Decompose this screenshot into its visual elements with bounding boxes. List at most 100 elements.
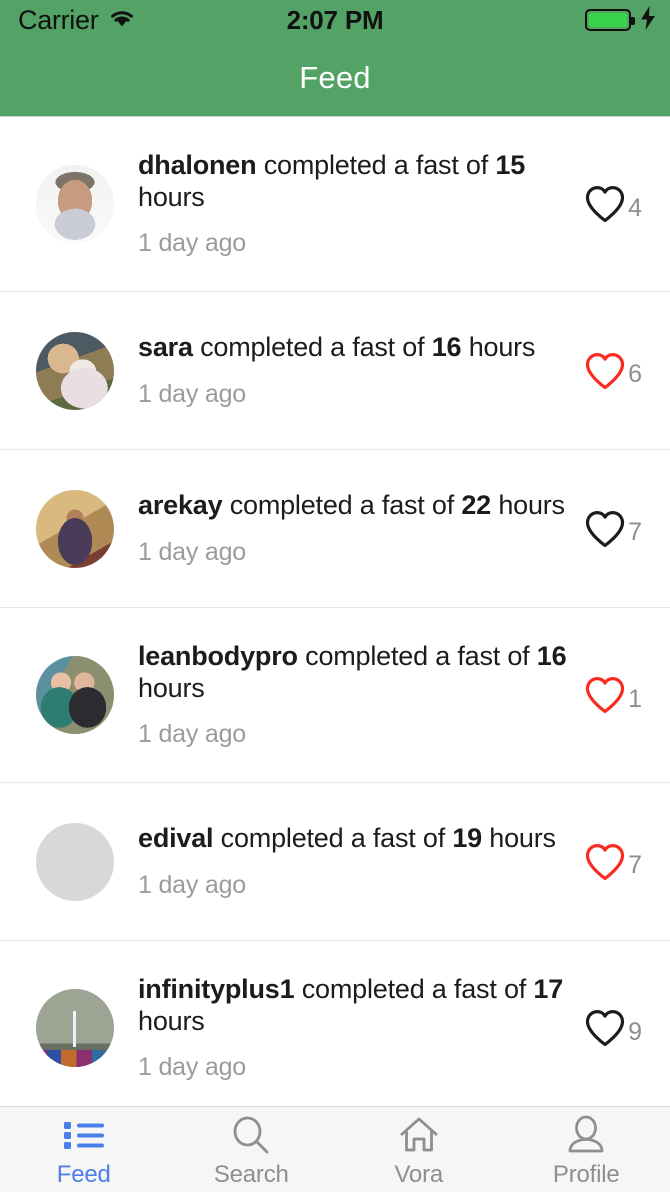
feed-hours-label: hours xyxy=(498,490,565,521)
avatar[interactable] xyxy=(36,822,114,901)
feed-row[interactable]: arekay completed a fast of 22 hours 1 day… xyxy=(0,450,670,608)
feed-action-text: completed a fast of xyxy=(301,973,527,1004)
feed-list[interactable]: dhalonen completed a fast of 15 hours 1 d… xyxy=(0,117,670,1106)
tab-vora[interactable]: Vora xyxy=(335,1107,503,1192)
feed-timestamp: 1 day ago xyxy=(138,1053,247,1082)
battery-icon xyxy=(585,9,635,31)
like-button[interactable]: 9 xyxy=(584,1008,648,1048)
lightning-bolt-icon xyxy=(640,5,656,35)
avatar-image xyxy=(36,489,114,568)
feed-row-body: arekay completed a fast of 22 hours 1 day… xyxy=(114,490,584,567)
feed-action-text: completed a fast of xyxy=(263,149,489,180)
feed-row[interactable]: dhalonen completed a fast of 15 hours 1 d… xyxy=(0,117,670,292)
feed-row-text: dhalonen completed a fast of 15 hours xyxy=(138,150,576,213)
feed-timestamp: 1 day ago xyxy=(138,379,247,408)
heart-outline-icon[interactable] xyxy=(584,509,626,549)
like-button[interactable]: 7 xyxy=(584,509,648,549)
avatar[interactable] xyxy=(36,656,114,734)
list-icon[interactable] xyxy=(61,1114,107,1156)
feed-row-text: arekay completed a fast of 22 hours xyxy=(138,490,576,522)
feed-username[interactable]: leanbodypro xyxy=(138,641,298,671)
status-bar: Carrier 2:07 PM xyxy=(0,0,670,40)
like-button[interactable]: 4 xyxy=(584,184,648,224)
tab-profile[interactable]: Profile xyxy=(503,1107,670,1192)
feed-timestamp: 1 day ago xyxy=(138,229,247,258)
feed-action-text: completed a fast of xyxy=(229,490,455,521)
feed-hours-value: 19 xyxy=(452,823,482,854)
tab-feed[interactable]: Feed xyxy=(0,1107,168,1192)
feed-timestamp: 1 day ago xyxy=(138,720,247,749)
feed-row-body: infinityplus1 completed a fast of 17 hou… xyxy=(114,974,584,1082)
search-icon[interactable] xyxy=(228,1114,274,1156)
like-count: 7 xyxy=(628,518,642,546)
feed-row-body: edival completed a fast of 19 hours 1 day… xyxy=(114,823,584,900)
like-count: 1 xyxy=(628,684,642,713)
status-bar-right xyxy=(585,0,656,40)
feed-timestamp: 1 day ago xyxy=(138,537,247,566)
avatar-image xyxy=(36,989,114,1067)
nav-bar: Feed xyxy=(0,40,670,117)
avatar[interactable] xyxy=(36,489,114,568)
app-root: Carrier 2:07 PM Feed dhalonen completed … xyxy=(0,0,670,1192)
like-button[interactable]: 7 xyxy=(584,842,648,882)
like-button[interactable]: 6 xyxy=(584,351,648,391)
feed-row-body: leanbodypro completed a fast of 16 hours… xyxy=(114,641,584,749)
feed-row-text: edival completed a fast of 19 hours xyxy=(138,823,576,855)
feed-username[interactable]: dhalonen xyxy=(138,150,257,180)
feed-hours-value: 17 xyxy=(533,973,564,1004)
feed-row-text: leanbodypro completed a fast of 16 hours xyxy=(138,641,576,704)
tab-search[interactable]: Search xyxy=(168,1107,336,1192)
feed-row-body: sara completed a fast of 16 hours 1 day a… xyxy=(114,332,584,409)
feed-row-text: infinityplus1 completed a fast of 17 hou… xyxy=(138,974,576,1037)
feed-username[interactable]: arekay xyxy=(138,490,223,520)
avatar-image xyxy=(36,823,114,901)
avatar-image xyxy=(36,165,114,243)
feed-timestamp: 1 day ago xyxy=(138,870,247,899)
feed-action-text: completed a fast of xyxy=(305,640,530,671)
heart-filled-icon[interactable] xyxy=(584,675,626,715)
heart-filled-icon[interactable] xyxy=(584,351,626,391)
feed-row[interactable]: leanbodypro completed a fast of 16 hours… xyxy=(0,608,670,783)
feed-hours-label: hours xyxy=(138,1005,205,1036)
feed-row-text: sara completed a fast of 16 hours xyxy=(138,332,576,364)
avatar[interactable] xyxy=(36,989,114,1067)
avatar-image xyxy=(36,331,114,410)
feed-hours-value: 15 xyxy=(495,149,526,180)
person-icon[interactable] xyxy=(563,1114,609,1156)
feed-row[interactable]: sara completed a fast of 16 hours 1 day a… xyxy=(0,292,670,450)
tab-label: Search xyxy=(213,1161,289,1188)
feed-username[interactable]: infinityplus1 xyxy=(138,974,295,1004)
tab-label: Vora xyxy=(394,1161,444,1188)
avatar[interactable] xyxy=(36,331,114,410)
tab-label: Feed xyxy=(56,1161,111,1188)
heart-outline-icon[interactable] xyxy=(584,184,626,224)
feed-row[interactable]: edival completed a fast of 19 hours 1 day… xyxy=(0,783,670,941)
like-count: 4 xyxy=(628,193,642,222)
feed-hours-value: 22 xyxy=(461,490,491,521)
feed-hours-value: 16 xyxy=(536,640,567,671)
avatar-image xyxy=(36,656,114,734)
status-time: 2:07 PM xyxy=(286,4,384,35)
feed-hours-label: hours xyxy=(138,181,205,212)
feed-row-body: dhalonen completed a fast of 15 hours 1 d… xyxy=(114,150,584,258)
like-count: 6 xyxy=(628,360,642,388)
page-title: Feed xyxy=(299,60,371,95)
tab-label: Profile xyxy=(552,1161,620,1188)
feed-hours-label: hours xyxy=(468,332,536,363)
avatar[interactable] xyxy=(36,165,114,243)
feed-row[interactable]: infinityplus1 completed a fast of 17 hou… xyxy=(0,941,670,1106)
feed-username[interactable]: sara xyxy=(138,332,193,362)
like-count: 9 xyxy=(628,1017,642,1046)
feed-action-text: completed a fast of xyxy=(220,823,446,854)
battery-fill xyxy=(589,13,627,27)
like-count: 7 xyxy=(628,851,642,879)
home-icon[interactable] xyxy=(396,1114,442,1156)
feed-username[interactable]: edival xyxy=(138,823,214,853)
feed-hours-label: hours xyxy=(138,672,205,703)
like-button[interactable]: 1 xyxy=(584,675,648,715)
heart-filled-icon[interactable] xyxy=(584,842,626,882)
feed-hours-label: hours xyxy=(489,823,556,854)
tab-bar: Feed Search Vora Profile xyxy=(0,1106,670,1192)
feed-hours-value: 16 xyxy=(431,332,462,363)
heart-outline-icon[interactable] xyxy=(584,1008,626,1048)
